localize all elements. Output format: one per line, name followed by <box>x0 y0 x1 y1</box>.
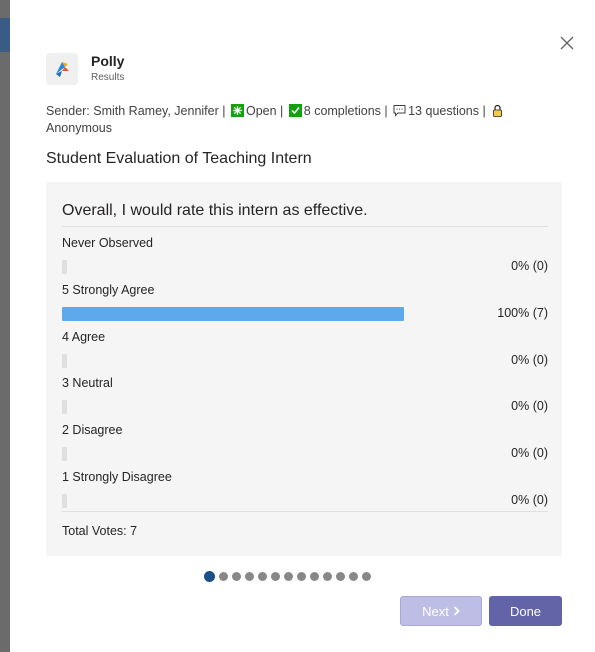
option-bar-track <box>62 494 404 508</box>
next-label: Next <box>422 603 449 619</box>
completions-text: 8 completions | <box>303 104 388 118</box>
page-dot[interactable] <box>336 571 345 581</box>
question-results-card: Overall, I would rate this intern as eff… <box>46 182 562 556</box>
status-text: Open | <box>245 104 284 118</box>
page-dot[interactable] <box>323 571 332 581</box>
page-dot[interactable] <box>284 571 293 581</box>
question-text: Overall, I would rate this intern as eff… <box>62 202 368 219</box>
sender-text: Sender: Smith Ramey, Jennifer | <box>46 104 226 118</box>
option-label: 5 Strongly Agree <box>62 283 155 297</box>
option-strongly-agree: 5 Strongly Agree 100% (7) <box>62 283 548 325</box>
option-percent: 0% (0) <box>511 446 548 460</box>
survey-title: Student Evaluation of Teaching Intern <box>46 150 312 167</box>
page-indicator <box>204 570 371 582</box>
app-name: Polly <box>91 53 125 69</box>
option-bar-fill <box>62 260 67 274</box>
option-bar-track <box>62 307 404 321</box>
check-icon <box>288 104 302 117</box>
page-dot[interactable] <box>297 571 306 581</box>
comment-icon <box>393 105 406 117</box>
option-percent: 0% (0) <box>511 353 548 367</box>
page-dot[interactable] <box>258 571 267 581</box>
option-bar-fill <box>62 494 67 508</box>
survey-meta: Sender: Smith Ramey, Jennifer | Open | 8… <box>46 103 566 137</box>
background-window-edge <box>0 0 10 652</box>
divider <box>62 226 548 227</box>
option-label: 2 Disagree <box>62 423 123 437</box>
page-dot-active[interactable] <box>204 570 215 582</box>
page-dot[interactable] <box>310 571 319 581</box>
polly-logo-icon <box>56 62 69 77</box>
page-dot[interactable] <box>362 571 371 581</box>
open-status-icon <box>230 104 244 117</box>
option-bar-fill <box>62 400 67 414</box>
page-dot[interactable] <box>219 571 228 581</box>
option-percent: 0% (0) <box>511 259 548 273</box>
option-bar-fill <box>62 447 67 461</box>
close-icon <box>560 36 574 50</box>
option-agree: 4 Agree 0% (0) <box>62 330 548 372</box>
chevron-right-icon <box>453 606 460 616</box>
option-label: 4 Agree <box>62 330 106 344</box>
page-dot[interactable] <box>271 571 280 581</box>
option-percent: 0% (0) <box>511 399 548 413</box>
option-bar-track <box>62 400 404 414</box>
lock-icon <box>493 104 503 117</box>
total-votes: Total Votes: 7 <box>62 524 138 538</box>
app-logo <box>46 53 78 85</box>
option-disagree: 2 Disagree 0% (0) <box>62 423 548 465</box>
option-bar-track <box>62 260 404 274</box>
option-never-observed: Never Observed 0% (0) <box>62 236 548 278</box>
page-dot[interactable] <box>245 571 254 581</box>
option-percent: 0% (0) <box>511 493 548 507</box>
option-strongly-disagree: 1 Strongly Disagree 0% (0) <box>62 470 548 512</box>
option-bar-fill <box>62 354 67 368</box>
option-bar-fill <box>62 307 404 321</box>
option-percent: 100% (7) <box>497 306 548 320</box>
divider <box>62 511 548 512</box>
option-bar-track <box>62 447 404 461</box>
done-button[interactable]: Done <box>489 596 562 626</box>
close-button[interactable] <box>558 34 576 52</box>
app-subtitle: Results <box>91 72 125 83</box>
questions-text: 13 questions | <box>408 104 486 118</box>
background-window-accent <box>0 18 10 52</box>
page-dot[interactable] <box>232 571 241 581</box>
option-label: 3 Neutral <box>62 376 113 390</box>
option-label: 1 Strongly Disagree <box>62 470 172 484</box>
next-button[interactable]: Next <box>400 596 482 626</box>
page-dot[interactable] <box>349 571 358 581</box>
privacy-text: Anonymous <box>46 121 113 135</box>
option-neutral: 3 Neutral 0% (0) <box>62 376 548 418</box>
option-label: Never Observed <box>62 236 154 250</box>
option-bar-track <box>62 354 404 368</box>
results-dialog: Polly Results Sender: Smith Ramey, Jenni… <box>14 0 595 652</box>
